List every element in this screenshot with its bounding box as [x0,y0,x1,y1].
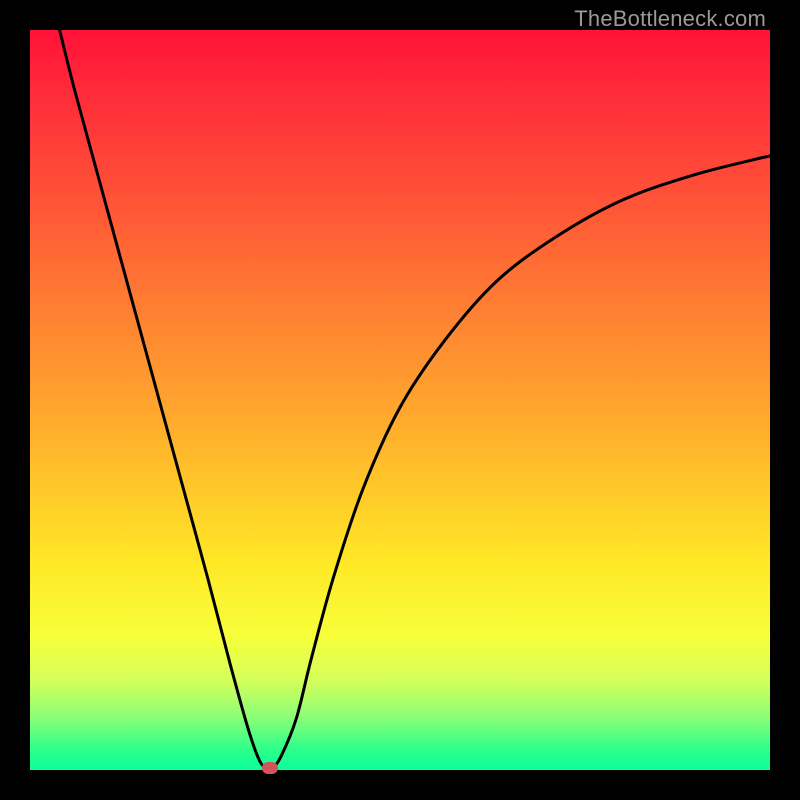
chart-frame: TheBottleneck.com [0,0,800,800]
minimum-marker [262,762,278,774]
bottleneck-curve [30,30,770,770]
plot-area [30,30,770,770]
watermark-text: TheBottleneck.com [574,6,766,32]
